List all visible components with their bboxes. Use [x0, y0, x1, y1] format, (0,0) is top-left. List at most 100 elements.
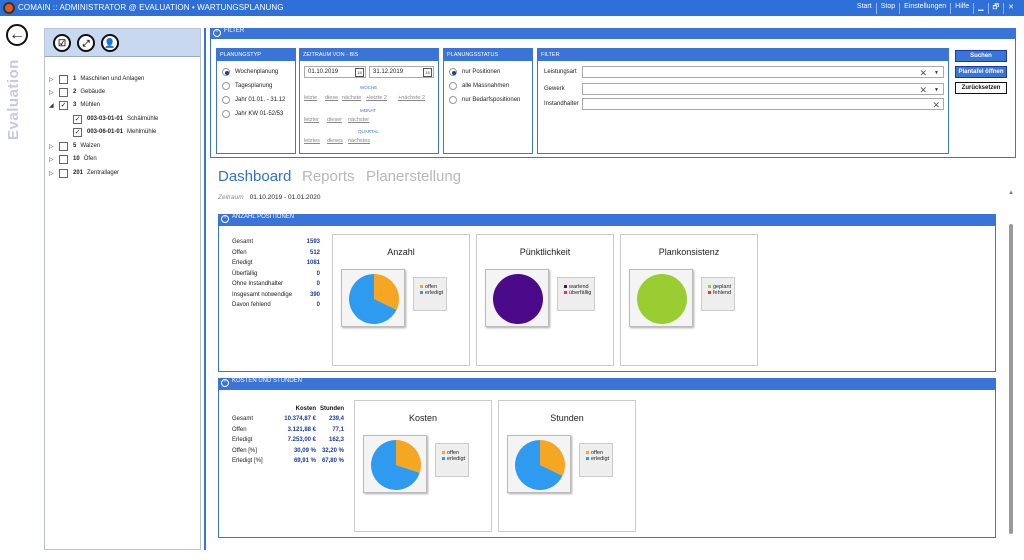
- tree-item[interactable]: ▷ 201 Zentrallager: [49, 167, 119, 179]
- reset-button[interactable]: Zurücksetzen: [955, 82, 1007, 94]
- user-icon[interactable]: 👤: [101, 34, 119, 52]
- card-title: Plankonsistenz: [658, 247, 720, 257]
- stat-row: Offen 512: [232, 250, 320, 256]
- radio-jahr[interactable]: Jahr 01.01. - 31.12: [222, 96, 285, 104]
- anzahl-card: Pünktlichkeit wartend überfällig: [476, 234, 614, 366]
- link-woche-letzte[interactable]: letzte: [304, 95, 317, 101]
- link-woche-naechste2[interactable]: +nächste 2: [398, 95, 425, 101]
- link-quartal-dieses[interactable]: dieses: [327, 138, 343, 144]
- collapse-icon[interactable]: ⌃: [221, 215, 229, 223]
- tree-item[interactable]: ▷ 10 Öfen: [49, 153, 97, 165]
- pie-slice-0: [493, 274, 543, 324]
- scroll-thumb[interactable]: [1009, 224, 1013, 534]
- tree-item[interactable]: ✓ 003-06-01-01 Mehlmühle: [63, 126, 156, 138]
- divider: [204, 28, 206, 550]
- tree-item[interactable]: ▷ 1 Maschinen und Anlagen: [49, 73, 144, 85]
- radio-wochenplanung[interactable]: Wochenplanung: [222, 68, 278, 76]
- pie-chart: [341, 269, 405, 327]
- checkbox[interactable]: ✓: [73, 114, 82, 124]
- link-woche-letzte2[interactable]: +letzte 2: [366, 95, 387, 101]
- calendar-icon[interactable]: 15: [355, 68, 364, 77]
- collapse-icon[interactable]: ⌃: [213, 29, 221, 37]
- clear-icon[interactable]: ✕: [932, 100, 940, 111]
- tree-item-label: Mehlmühle: [127, 129, 157, 135]
- checkbox[interactable]: [59, 154, 68, 164]
- radio-nur-positionen[interactable]: nur Positionen: [449, 68, 500, 76]
- leistungsart-select[interactable]: ✕ ▼: [582, 66, 944, 78]
- search-button[interactable]: Suchen: [955, 50, 1007, 62]
- link-quartal-letztes[interactable]: letztes: [304, 138, 320, 144]
- date-to-input[interactable]: 31.12.2019 15: [369, 66, 434, 78]
- checkbox[interactable]: [59, 87, 68, 97]
- chevron-down-icon[interactable]: ▼: [934, 87, 939, 93]
- minimize-button[interactable]: ▁: [974, 3, 989, 14]
- link-monat-naechster[interactable]: nächster: [348, 117, 369, 123]
- kosten-header[interactable]: ⌃ KOSTEN UND STUNDEN: [218, 378, 996, 390]
- tab-planerstellung[interactable]: Planerstellung: [366, 168, 461, 185]
- expander-icon[interactable]: ▷: [49, 76, 59, 83]
- tree-item[interactable]: ◢ ✓ 3 Mühlen: [49, 99, 100, 111]
- vertical-label: Evaluation: [5, 59, 22, 140]
- clear-icon[interactable]: ✕: [919, 85, 927, 96]
- checkbox[interactable]: [59, 74, 68, 84]
- tree-item-number: 3: [73, 102, 77, 108]
- link-woche-naechste[interactable]: nächste: [342, 95, 361, 101]
- back-button[interactable]: ←: [6, 24, 28, 46]
- date-from-input[interactable]: 01.10.2019 15: [304, 66, 366, 78]
- tree-item-number: 10: [73, 156, 80, 162]
- stat-value: 0: [316, 302, 320, 308]
- link-quartal-naechstes[interactable]: nächstes: [348, 138, 370, 144]
- menu-einstellungen[interactable]: Einstellungen: [900, 3, 952, 14]
- link-monat-letzter[interactable]: letzter: [304, 117, 319, 123]
- tab-dashboard[interactable]: Dashboard: [218, 168, 291, 185]
- zeitraum-display: Zeitraum 01.10.2019 - 01.01.2020: [218, 194, 321, 201]
- scroll-up-icon[interactable]: ▲: [1008, 190, 1014, 196]
- checkbox[interactable]: [59, 141, 68, 151]
- expander-icon[interactable]: ▷: [49, 156, 59, 163]
- checkbox[interactable]: ✓: [73, 127, 82, 137]
- restore-button[interactable]: 🗗: [989, 3, 1005, 14]
- gewerk-select[interactable]: ✕ ▼: [582, 83, 944, 95]
- filter-header[interactable]: ⌃ FILTER: [210, 28, 1016, 39]
- tree-item-label: Mühlen: [80, 102, 101, 108]
- anzahl-header[interactable]: ⌃ ANZAHL POSITIONEN: [218, 214, 996, 226]
- checkbox[interactable]: [59, 168, 68, 178]
- planungsstatus-title: PLANUNGSSTATUS: [444, 49, 532, 61]
- expander-icon[interactable]: ◢: [49, 102, 59, 109]
- window-title: COMAIN :: ADMINISTRATOR @ EVALUATION • W…: [18, 3, 284, 12]
- checkbox[interactable]: ✓: [59, 100, 68, 110]
- expander-icon[interactable]: ▷: [49, 143, 59, 150]
- calendar-icon[interactable]: 15: [423, 68, 432, 77]
- collapse-icon[interactable]: ⌃: [221, 379, 229, 387]
- legend-item: erledigt: [420, 290, 443, 296]
- tab-reports[interactable]: Reports: [302, 168, 355, 185]
- check-all-icon[interactable]: ☑: [53, 34, 71, 52]
- chart-legend: offen erledigt: [413, 277, 448, 311]
- plantafel-button[interactable]: Plantafel öffnen: [955, 66, 1007, 78]
- radio-alle-massnahmen[interactable]: alle Massnahmen: [449, 82, 509, 90]
- chevron-down-icon[interactable]: ▼: [934, 70, 939, 76]
- radio-nur-bedarfspositionen[interactable]: nur Bedarfspositionen: [449, 96, 520, 104]
- expander-icon[interactable]: ▷: [49, 89, 59, 96]
- tree-item[interactable]: ✓ 003-03-01-01 Schälmühle: [63, 113, 158, 125]
- stat-label: Erledigt: [232, 260, 253, 266]
- scrollbar[interactable]: ▲: [1008, 190, 1014, 542]
- link-monat-dieser[interactable]: dieser: [327, 117, 342, 123]
- menu-hilfe[interactable]: Hilfe: [951, 3, 975, 14]
- radio-tagesplanung[interactable]: Tagesplanung: [222, 82, 272, 90]
- instandhalter-input[interactable]: ✕: [582, 98, 944, 110]
- close-button[interactable]: ✕: [1004, 3, 1018, 14]
- tree-item[interactable]: ▷ 2 Gebäude: [49, 86, 105, 98]
- radio-jahr-kw[interactable]: Jahr KW 01-52/53: [222, 110, 283, 118]
- expander-icon[interactable]: ▷: [49, 170, 59, 177]
- menu-start[interactable]: Start: [853, 3, 877, 14]
- table-row: Offen 3.121,88 €77,1: [232, 426, 344, 433]
- menu-stop[interactable]: Stop: [877, 3, 901, 14]
- tree-item[interactable]: ▷ 5 Walzen: [49, 140, 100, 152]
- tree-item-number: 003-03-01-01: [87, 116, 124, 122]
- clear-icon[interactable]: ✕: [919, 68, 927, 79]
- planungstyp-title: PLANUNGSTYP: [217, 49, 295, 61]
- link-woche-diese[interactable]: diese: [325, 95, 338, 101]
- tree-item-label: Maschinen und Anlagen: [80, 76, 145, 82]
- expand-icon[interactable]: ⤢: [77, 34, 95, 52]
